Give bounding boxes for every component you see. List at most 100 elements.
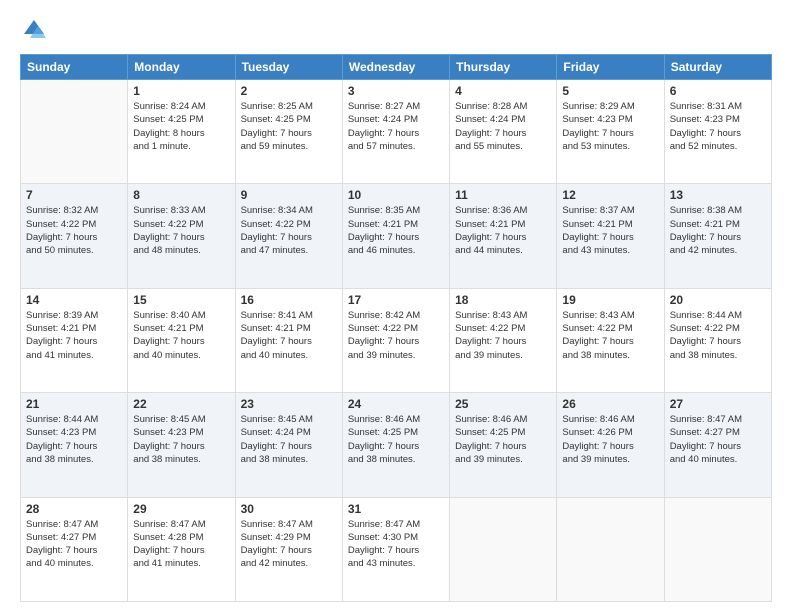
day-number: 23	[241, 397, 337, 411]
calendar-cell: 12Sunrise: 8:37 AMSunset: 4:21 PMDayligh…	[557, 184, 664, 288]
day-number: 21	[26, 397, 122, 411]
calendar-cell	[557, 497, 664, 601]
logo-icon	[20, 16, 48, 44]
day-number: 17	[348, 293, 444, 307]
calendar-cell: 7 Sunrise: 8:32 AMSunset: 4:22 PMDaylight…	[21, 184, 128, 288]
day-number: 9	[241, 188, 337, 202]
calendar-week-row: 14 Sunrise: 8:39 AMSunset: 4:21 PMDayligh…	[21, 288, 772, 392]
day-info: Sunrise: 8:47 AMSunset: 4:29 PMDaylight:…	[241, 518, 337, 571]
day-number: 2	[241, 84, 337, 98]
calendar-cell: 3 Sunrise: 8:27 AMSunset: 4:24 PMDaylight…	[342, 80, 449, 184]
day-info: Sunrise: 8:47 AMSunset: 4:30 PMDaylight:…	[348, 518, 444, 571]
calendar-week-row: 1 Sunrise: 8:24 AMSunset: 4:25 PMDaylight…	[21, 80, 772, 184]
day-number: 30	[241, 502, 337, 516]
calendar-cell: 27 Sunrise: 8:47 AMSunset: 4:27 PMDayligh…	[664, 393, 771, 497]
day-info: Sunrise: 8:47 AMSunset: 4:27 PMDaylight:…	[670, 413, 766, 466]
calendar-cell: 17 Sunrise: 8:42 AMSunset: 4:22 PMDayligh…	[342, 288, 449, 392]
calendar-cell: 13 Sunrise: 8:38 AMSunset: 4:21 PMDayligh…	[664, 184, 771, 288]
day-number: 27	[670, 397, 766, 411]
day-number: 29	[133, 502, 229, 516]
day-info: Sunrise: 8:45 AMSunset: 4:24 PMDaylight:…	[241, 413, 337, 466]
day-info: Sunrise: 8:25 AMSunset: 4:25 PMDaylight:…	[241, 100, 337, 153]
day-info: Sunrise: 8:40 AMSunset: 4:21 PMDaylight:…	[133, 309, 229, 362]
day-info: Sunrise: 8:46 AMSunset: 4:26 PMDaylight:…	[562, 413, 658, 466]
calendar-cell: 1 Sunrise: 8:24 AMSunset: 4:25 PMDaylight…	[128, 80, 235, 184]
weekday-header: Saturday	[664, 55, 771, 80]
calendar-cell: 25Sunrise: 8:46 AMSunset: 4:25 PMDayligh…	[450, 393, 557, 497]
calendar-week-row: 7 Sunrise: 8:32 AMSunset: 4:22 PMDaylight…	[21, 184, 772, 288]
calendar-cell: 2 Sunrise: 8:25 AMSunset: 4:25 PMDaylight…	[235, 80, 342, 184]
calendar-cell: 14 Sunrise: 8:39 AMSunset: 4:21 PMDayligh…	[21, 288, 128, 392]
calendar-cell: 8Sunrise: 8:33 AMSunset: 4:22 PMDaylight…	[128, 184, 235, 288]
calendar-week-row: 28 Sunrise: 8:47 AMSunset: 4:27 PMDayligh…	[21, 497, 772, 601]
day-info: Sunrise: 8:44 AMSunset: 4:23 PMDaylight:…	[26, 413, 122, 466]
calendar-cell: 20Sunrise: 8:44 AMSunset: 4:22 PMDayligh…	[664, 288, 771, 392]
day-number: 31	[348, 502, 444, 516]
calendar-week-row: 21 Sunrise: 8:44 AMSunset: 4:23 PMDayligh…	[21, 393, 772, 497]
day-info: Sunrise: 8:32 AMSunset: 4:22 PMDaylight:…	[26, 204, 122, 257]
day-info: Sunrise: 8:27 AMSunset: 4:24 PMDaylight:…	[348, 100, 444, 153]
day-number: 14	[26, 293, 122, 307]
weekday-header: Monday	[128, 55, 235, 80]
day-number: 7	[26, 188, 122, 202]
calendar-cell: 4 Sunrise: 8:28 AMSunset: 4:24 PMDaylight…	[450, 80, 557, 184]
weekday-header: Friday	[557, 55, 664, 80]
calendar-cell	[450, 497, 557, 601]
calendar-cell: 26 Sunrise: 8:46 AMSunset: 4:26 PMDayligh…	[557, 393, 664, 497]
calendar-cell: 30 Sunrise: 8:47 AMSunset: 4:29 PMDayligh…	[235, 497, 342, 601]
day-number: 8	[133, 188, 229, 202]
day-number: 11	[455, 188, 551, 202]
day-info: Sunrise: 8:28 AMSunset: 4:24 PMDaylight:…	[455, 100, 551, 153]
day-number: 4	[455, 84, 551, 98]
day-number: 12	[562, 188, 658, 202]
day-info: Sunrise: 8:34 AMSunset: 4:22 PMDaylight:…	[241, 204, 337, 257]
day-number: 6	[670, 84, 766, 98]
day-number: 22	[133, 397, 229, 411]
day-info: Sunrise: 8:39 AMSunset: 4:21 PMDaylight:…	[26, 309, 122, 362]
calendar-cell: 10 Sunrise: 8:35 AMSunset: 4:21 PMDayligh…	[342, 184, 449, 288]
day-number: 28	[26, 502, 122, 516]
calendar-cell: 18 Sunrise: 8:43 AMSunset: 4:22 PMDayligh…	[450, 288, 557, 392]
day-number: 1	[133, 84, 229, 98]
day-info: Sunrise: 8:47 AMSunset: 4:27 PMDaylight:…	[26, 518, 122, 571]
weekday-header: Thursday	[450, 55, 557, 80]
day-info: Sunrise: 8:38 AMSunset: 4:21 PMDaylight:…	[670, 204, 766, 257]
day-number: 18	[455, 293, 551, 307]
day-info: Sunrise: 8:24 AMSunset: 4:25 PMDaylight:…	[133, 100, 229, 153]
weekday-header: Tuesday	[235, 55, 342, 80]
day-info: Sunrise: 8:35 AMSunset: 4:21 PMDaylight:…	[348, 204, 444, 257]
header	[20, 16, 772, 44]
day-number: 3	[348, 84, 444, 98]
day-info: Sunrise: 8:43 AMSunset: 4:22 PMDaylight:…	[562, 309, 658, 362]
day-info: Sunrise: 8:46 AMSunset: 4:25 PMDaylight:…	[348, 413, 444, 466]
day-info: Sunrise: 8:43 AMSunset: 4:22 PMDaylight:…	[455, 309, 551, 362]
day-number: 13	[670, 188, 766, 202]
day-info: Sunrise: 8:42 AMSunset: 4:22 PMDaylight:…	[348, 309, 444, 362]
calendar-cell: 15 Sunrise: 8:40 AMSunset: 4:21 PMDayligh…	[128, 288, 235, 392]
calendar-cell: 11Sunrise: 8:36 AMSunset: 4:21 PMDayligh…	[450, 184, 557, 288]
day-info: Sunrise: 8:31 AMSunset: 4:23 PMDaylight:…	[670, 100, 766, 153]
calendar-cell: 6 Sunrise: 8:31 AMSunset: 4:23 PMDaylight…	[664, 80, 771, 184]
calendar-cell: 31 Sunrise: 8:47 AMSunset: 4:30 PMDayligh…	[342, 497, 449, 601]
day-number: 15	[133, 293, 229, 307]
calendar-cell: 23 Sunrise: 8:45 AMSunset: 4:24 PMDayligh…	[235, 393, 342, 497]
day-number: 26	[562, 397, 658, 411]
day-number: 19	[562, 293, 658, 307]
day-info: Sunrise: 8:45 AMSunset: 4:23 PMDaylight:…	[133, 413, 229, 466]
day-info: Sunrise: 8:29 AMSunset: 4:23 PMDaylight:…	[562, 100, 658, 153]
day-number: 16	[241, 293, 337, 307]
day-number: 25	[455, 397, 551, 411]
calendar-cell	[664, 497, 771, 601]
weekday-header: Wednesday	[342, 55, 449, 80]
day-number: 24	[348, 397, 444, 411]
calendar-cell: 9 Sunrise: 8:34 AMSunset: 4:22 PMDaylight…	[235, 184, 342, 288]
day-number: 5	[562, 84, 658, 98]
calendar-cell: 16Sunrise: 8:41 AMSunset: 4:21 PMDayligh…	[235, 288, 342, 392]
day-number: 10	[348, 188, 444, 202]
calendar-cell: 28 Sunrise: 8:47 AMSunset: 4:27 PMDayligh…	[21, 497, 128, 601]
weekday-header: Sunday	[21, 55, 128, 80]
calendar-cell: 21 Sunrise: 8:44 AMSunset: 4:23 PMDayligh…	[21, 393, 128, 497]
calendar-cell: 19 Sunrise: 8:43 AMSunset: 4:22 PMDayligh…	[557, 288, 664, 392]
day-info: Sunrise: 8:44 AMSunset: 4:22 PMDaylight:…	[670, 309, 766, 362]
calendar-header-row: SundayMondayTuesdayWednesdayThursdayFrid…	[21, 55, 772, 80]
